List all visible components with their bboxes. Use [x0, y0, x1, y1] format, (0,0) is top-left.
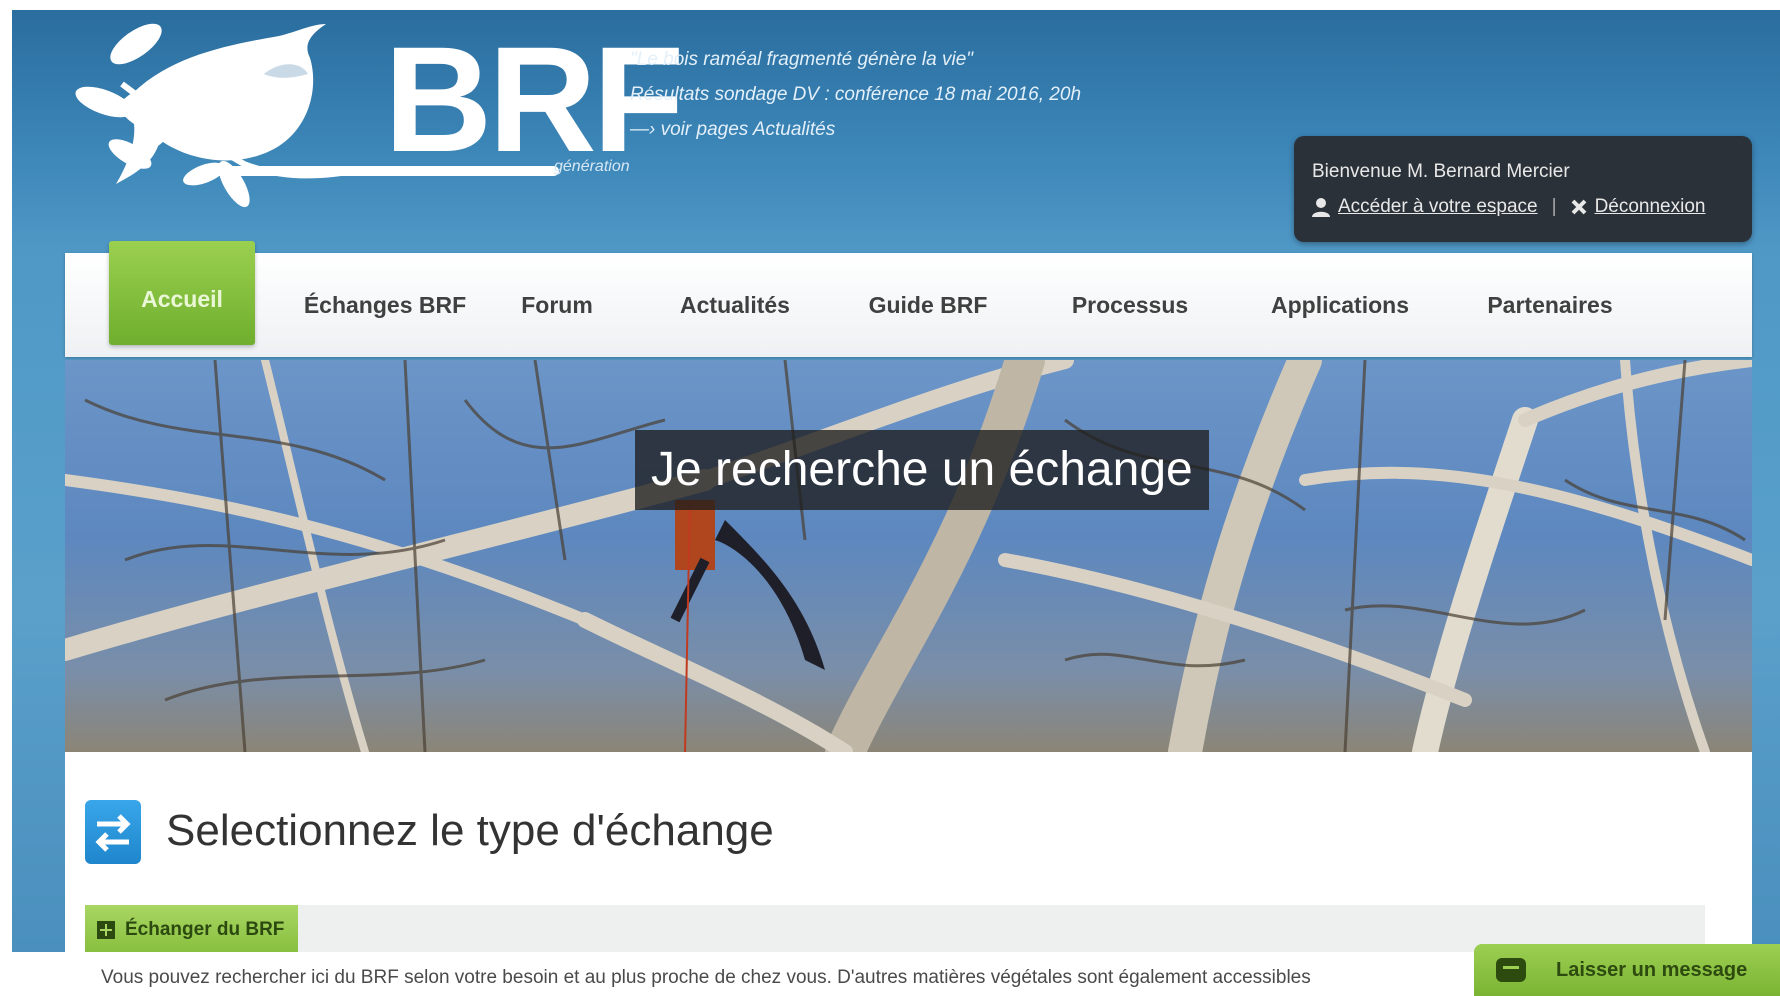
- leave-message-button[interactable]: Laisser un message: [1474, 944, 1780, 996]
- nav-item-forum[interactable]: Forum: [497, 253, 617, 357]
- logout-link[interactable]: Déconnexion: [1595, 196, 1706, 218]
- dove-logo-icon: [75, 23, 365, 208]
- user-panel: Bienvenue M. Bernard Mercier Accéder à v…: [1294, 136, 1752, 242]
- nav-item-partenaires[interactable]: Partenaires: [1465, 253, 1635, 357]
- tagline-survey-link[interactable]: Résultats sondage DV : conférence 18 mai…: [630, 77, 1190, 112]
- main-content: Selectionnez le type d'échange Échanger …: [65, 752, 1752, 952]
- link-separator: |: [1551, 196, 1557, 217]
- section-title: Selectionnez le type d'échange: [166, 806, 774, 855]
- climber-figure: [670, 499, 825, 752]
- logo-subtitle: génération: [554, 158, 630, 175]
- tree-branches-image: [65, 360, 1752, 752]
- exchange-type-bar: Échanger du BRF: [85, 905, 1705, 952]
- exchange-arrows-icon: [85, 800, 141, 864]
- nav-item-guide-brf[interactable]: Guide BRF: [853, 253, 1003, 357]
- page-background: BRF génération "Le bois raméal fragmenté…: [12, 10, 1780, 952]
- nav-item-applications[interactable]: Applications: [1255, 253, 1425, 357]
- hero-title: Je recherche un échange: [635, 430, 1209, 510]
- brf-logo[interactable]: BRF génération: [64, 14, 684, 224]
- close-icon: [1571, 199, 1586, 215]
- tagline-news-link[interactable]: —› voir pages Actualités: [630, 112, 1190, 147]
- tagline-quote: "Le bois raméal fragmenté génère la vie": [630, 49, 974, 70]
- nav-item-echanges-brf[interactable]: Échanges BRF: [295, 253, 475, 357]
- welcome-text: Bienvenue M. Bernard Mercier: [1312, 161, 1570, 182]
- nav-item-processus[interactable]: Processus: [1045, 253, 1215, 357]
- hero-banner: Je recherche un échange: [65, 360, 1752, 752]
- message-icon: [1496, 958, 1526, 982]
- section-description: Vous pouvez rechercher ici du BRF selon …: [101, 967, 1311, 988]
- plus-square-icon: [97, 921, 115, 939]
- main-nav: Accueil Échanges BRF Forum Actualités Gu…: [65, 241, 1752, 357]
- leave-message-label: Laisser un message: [1556, 958, 1748, 981]
- exchange-brf-tab-label: Échanger du BRF: [125, 919, 285, 940]
- account-link[interactable]: Accéder à votre espace: [1338, 196, 1538, 218]
- user-links: Accéder à votre espace | Déconnexion: [1312, 196, 1705, 218]
- exchange-brf-tab[interactable]: Échanger du BRF: [85, 905, 299, 952]
- user-icon: [1312, 198, 1330, 217]
- header-tagline: "Le bois raméal fragmenté génère la vie"…: [630, 42, 1190, 147]
- nav-item-actualites[interactable]: Actualités: [655, 253, 815, 357]
- nav-item-accueil[interactable]: Accueil: [109, 241, 255, 345]
